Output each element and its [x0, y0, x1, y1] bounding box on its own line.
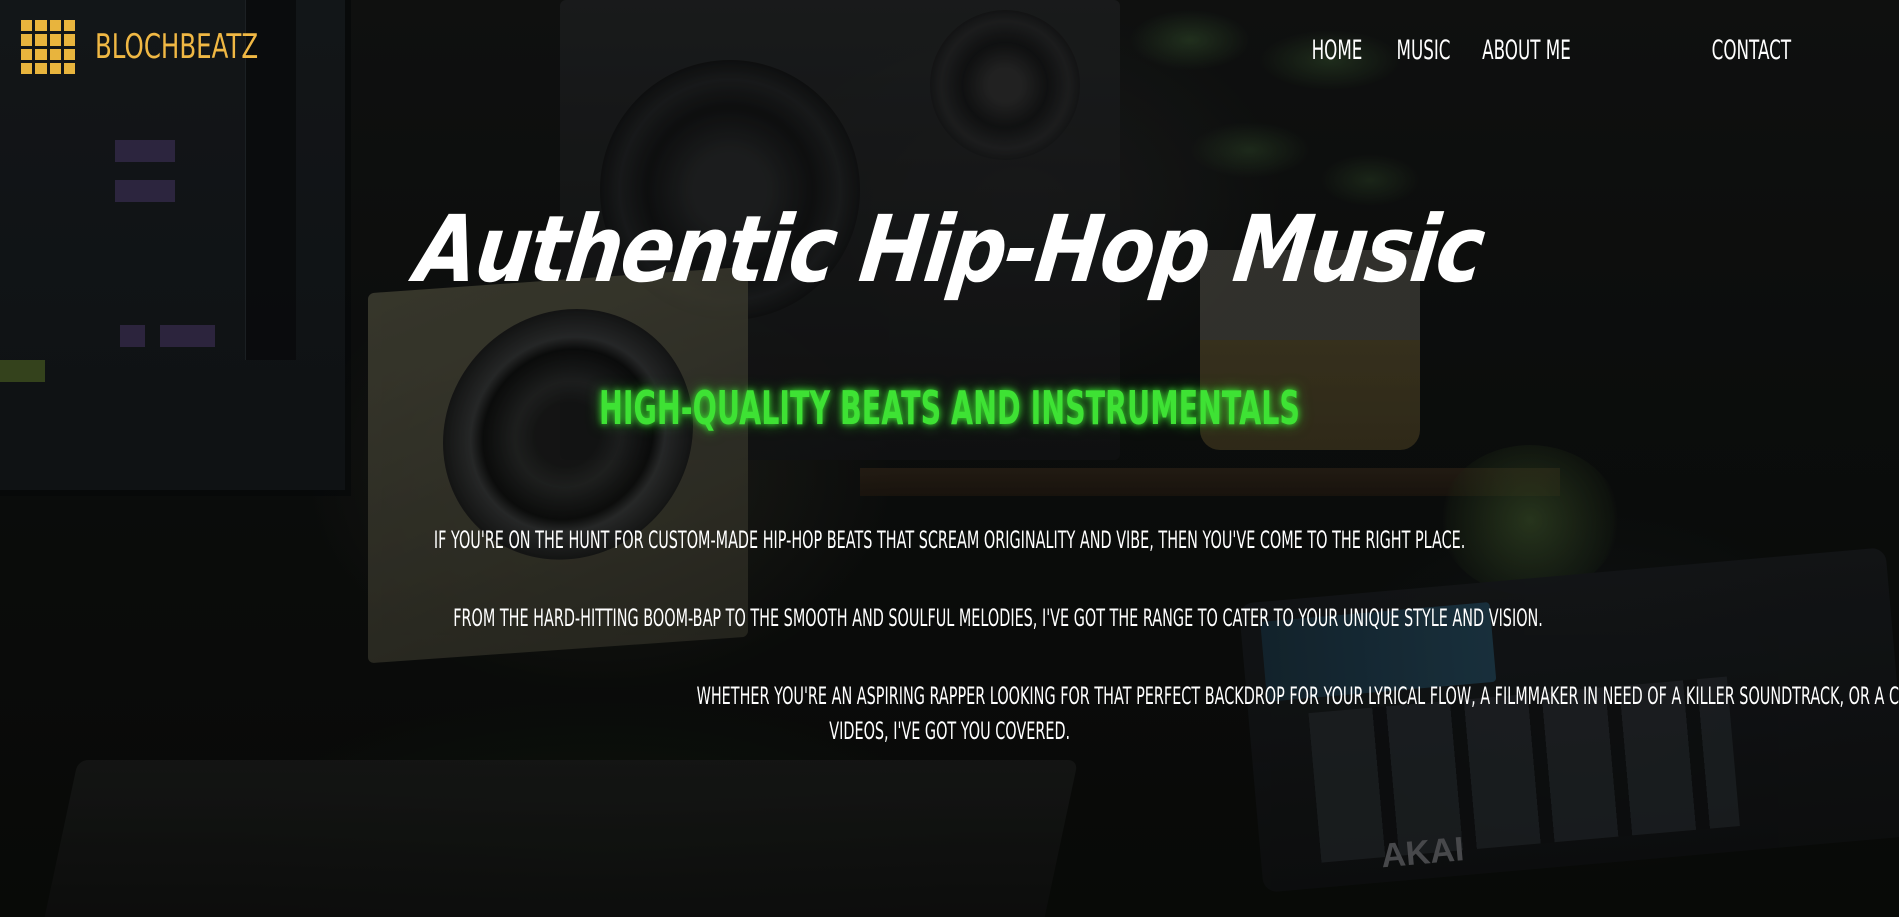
- intro-paragraph-3-text-cont: VIDEOS, I'VE GOT YOU COVERED.: [829, 717, 1070, 745]
- nav-about-me[interactable]: ABOUT ME: [1482, 33, 1571, 69]
- nav-contact[interactable]: CONTACT: [1712, 33, 1791, 69]
- nav-home[interactable]: HOME: [1312, 33, 1363, 69]
- brand-name: BLOCHBEATZ: [95, 27, 259, 67]
- intro-paragraph-3: WHETHER YOU'RE AN ASPIRING RAPPER LOOKIN…: [90, 679, 1899, 749]
- intro-paragraph-1: IF YOU'RE ON THE HUNT FOR CUSTOM-MADE HI…: [90, 523, 1809, 558]
- logo[interactable]: BLOCHBEATZ: [21, 20, 322, 74]
- hero-title: Authentic Hip-Hop Music: [410, 196, 1489, 303]
- drum-pad-grid-icon: [21, 20, 75, 74]
- intro-paragraph-2-text: FROM THE HARD-HITTING BOOM-BAP TO THE SM…: [453, 604, 1543, 632]
- hero-subtitle: HIGH-QUALITY BEATS AND INSTRUMENTALS: [599, 381, 1300, 435]
- site-header: BLOCHBEATZ HOME MUSIC ABOUT ME CONTACT: [0, 0, 1899, 100]
- studio-background-image: AKAI: [0, 0, 1899, 917]
- intro-paragraph-3-text: WHETHER YOU'RE AN ASPIRING RAPPER LOOKIN…: [696, 682, 1899, 710]
- intro-paragraph-1-text: IF YOU'RE ON THE HUNT FOR CUSTOM-MADE HI…: [433, 526, 1466, 554]
- page: AKAI BLOCHBEATZ HOME MUSIC ABOUT ME CONT…: [0, 0, 1899, 917]
- nav-music[interactable]: MUSIC: [1397, 33, 1451, 69]
- intro-paragraph-2: FROM THE HARD-HITTING BOOM-BAP TO THE SM…: [90, 601, 1809, 636]
- mixer-console: [41, 760, 1079, 917]
